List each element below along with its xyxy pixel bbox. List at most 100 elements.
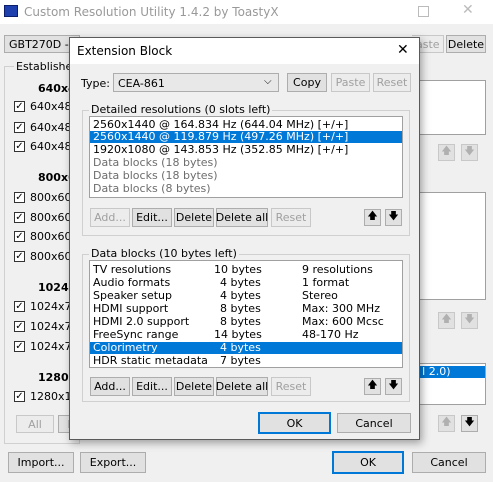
all-button[interactable]: All <box>16 415 54 433</box>
block-size: 10 bytes <box>214 263 262 276</box>
block-name: Colorimetry <box>93 341 158 354</box>
ok-button[interactable]: OK <box>258 412 331 434</box>
copy-button[interactable]: Copy <box>287 73 327 92</box>
main-list-panel-1[interactable] <box>418 80 486 135</box>
table-row[interactable]: HDR static metadata 7 bytes <box>90 355 402 367</box>
res-checkbox[interactable]: ✓ <box>14 321 25 332</box>
edit-label: Edit... <box>136 211 168 224</box>
arrow-up-icon: 🡅 <box>367 380 378 391</box>
table-row[interactable]: FreeSync range 14 bytes 48-170 Hz <box>90 329 402 341</box>
chevron-down-icon: ⌵ <box>264 76 272 87</box>
add-label: Add... <box>94 211 126 224</box>
cancel-label: Cancel <box>355 416 393 430</box>
res-checkbox[interactable]: ✓ <box>14 122 25 133</box>
block-name: Speaker setup <box>93 289 173 302</box>
delete-button[interactable]: Delete <box>174 208 214 227</box>
block-move-down-button[interactable]: 🡇 <box>385 378 402 395</box>
import-label: Import... <box>17 456 65 469</box>
all-label: All <box>28 417 42 431</box>
res-checkbox[interactable]: ✓ <box>14 101 25 112</box>
block-move-up-button[interactable]: 🡅 <box>364 378 381 395</box>
main-delete-label: Delete <box>447 37 485 51</box>
main-title: Custom Resolution Utility 1.4.2 by Toast… <box>24 5 279 19</box>
edit-block-label: Edit... <box>136 380 168 393</box>
list-item-label: 2560x1440 @ 119.879 Hz (497.26 MHz) [+/+… <box>93 130 349 143</box>
block-name: HDMI support <box>93 302 169 315</box>
delete-all-button[interactable]: Delete all <box>216 208 268 227</box>
up-arrow-button[interactable]: 🡅 <box>438 312 455 329</box>
up-arrow-button[interactable]: 🡅 <box>438 415 455 432</box>
delete-all-label: Delete all <box>215 211 269 224</box>
main-cancel-button[interactable]: Cancel <box>412 452 486 473</box>
table-row[interactable]: HDMI 2.0 support 8 bytes Max: 600 Mcsc <box>90 316 402 328</box>
move-up-button[interactable]: 🡅 <box>364 209 381 226</box>
dialog-close-icon[interactable]: ✕ <box>397 42 409 58</box>
res-checkbox[interactable]: ✓ <box>14 141 25 152</box>
list-item[interactable]: I 2.0) <box>419 366 485 378</box>
main-delete-button[interactable]: Delete <box>446 35 486 53</box>
arrow-down-icon: 🡇 <box>388 380 399 391</box>
down-arrow-button[interactable]: 🡇 <box>461 144 478 161</box>
reset-button[interactable]: Reset <box>373 73 411 92</box>
copy-label: Copy <box>293 76 321 89</box>
type-select[interactable]: CEA-861 ⌵ <box>113 73 279 92</box>
up-arrow-button[interactable]: 🡅 <box>438 144 455 161</box>
table-row[interactable]: TV resolutions 10 bytes 9 resolutions <box>90 264 402 276</box>
block-size: 14 bytes <box>214 328 262 341</box>
main-list-panel-2[interactable] <box>418 192 486 300</box>
add-button[interactable]: Add... <box>90 208 130 227</box>
res-checkbox[interactable]: ✓ <box>14 251 25 262</box>
delete-all-blocks-label: Delete all <box>215 380 269 393</box>
down-arrow-button[interactable]: 🡇 <box>461 312 478 329</box>
table-row[interactable]: Speaker setup 4 bytes Stereo <box>90 290 402 302</box>
res-checkbox[interactable]: ✓ <box>14 341 25 352</box>
list-item[interactable]: 1920x1080 @ 143.853 Hz (352.85 MHz) [+/+… <box>90 144 402 156</box>
close-icon[interactable]: ✕ <box>462 2 474 18</box>
type-select-value: CEA-861 <box>118 77 165 90</box>
extension-block-dialog: Extension Block ✕ Type: CEA-861 ⌵ Copy P… <box>69 37 420 440</box>
detailed-resolutions-title: Detailed resolutions (0 slots left) <box>89 103 273 116</box>
table-row[interactable]: HDMI support 8 bytes Max: 300 MHz <box>90 303 402 315</box>
add-block-button[interactable]: Add... <box>90 377 130 396</box>
reset-label: Reset <box>376 76 408 89</box>
list-item[interactable]: Data blocks (8 bytes) <box>90 183 402 195</box>
res-checkbox[interactable]: ✓ <box>14 212 25 223</box>
main-title-bar: Custom Resolution Utility 1.4.2 by Toast… <box>0 0 493 24</box>
data-blocks-list[interactable]: TV resolutions 10 bytes 9 resolutions Au… <box>89 260 403 368</box>
main-list-panel-3[interactable]: I 2.0) <box>418 363 486 405</box>
move-down-button[interactable]: 🡇 <box>385 209 402 226</box>
list-item[interactable]: Data blocks (18 bytes) <box>90 157 402 169</box>
cancel-button[interactable]: Cancel <box>337 413 411 433</box>
delete-label: Delete <box>175 211 213 224</box>
main-ok-label: OK <box>360 456 376 469</box>
list-item[interactable]: Data blocks (18 bytes) <box>90 170 402 182</box>
res-checkbox[interactable]: ✓ <box>14 301 25 312</box>
partial-item-label: I 2.0) <box>422 365 451 378</box>
edit-button[interactable]: Edit... <box>132 208 172 227</box>
down-arrow-button[interactable]: 🡇 <box>461 415 478 432</box>
reset-list-label: Reset <box>275 211 307 224</box>
block-size: 4 bytes <box>220 276 261 289</box>
block-size: 8 bytes <box>220 302 261 315</box>
res-checkbox[interactable]: ✓ <box>14 192 25 203</box>
delete-all-blocks-button[interactable]: Delete all <box>216 377 268 396</box>
detailed-resolutions-list[interactable]: 2560x1440 @ 164.834 Hz (644.04 MHz) [+/+… <box>89 116 403 198</box>
res-checkbox[interactable]: ✓ <box>14 231 25 242</box>
delete-block-button[interactable]: Delete <box>174 377 214 396</box>
table-row-selected[interactable]: Colorimetry 4 bytes <box>90 342 402 354</box>
table-row[interactable]: Audio formats 4 bytes 1 format <box>90 277 402 289</box>
list-item-selected[interactable]: 2560x1440 @ 119.879 Hz (497.26 MHz) [+/+… <box>90 131 402 143</box>
reset-blocks-button[interactable]: Reset <box>271 377 311 396</box>
ok-label: OK <box>286 416 303 430</box>
paste-button[interactable]: Paste <box>331 73 370 92</box>
reset-list-button[interactable]: Reset <box>271 208 311 227</box>
res-checkbox[interactable]: ✓ <box>14 391 25 402</box>
reset-blocks-label: Reset <box>275 380 307 393</box>
maximize-icon[interactable] <box>418 6 429 17</box>
export-button[interactable]: Export... <box>80 452 146 473</box>
app-icon <box>4 5 18 17</box>
import-button[interactable]: Import... <box>8 452 74 473</box>
main-ok-button[interactable]: OK <box>332 451 404 474</box>
block-size: 4 bytes <box>220 341 261 354</box>
edit-block-button[interactable]: Edit... <box>132 377 172 396</box>
